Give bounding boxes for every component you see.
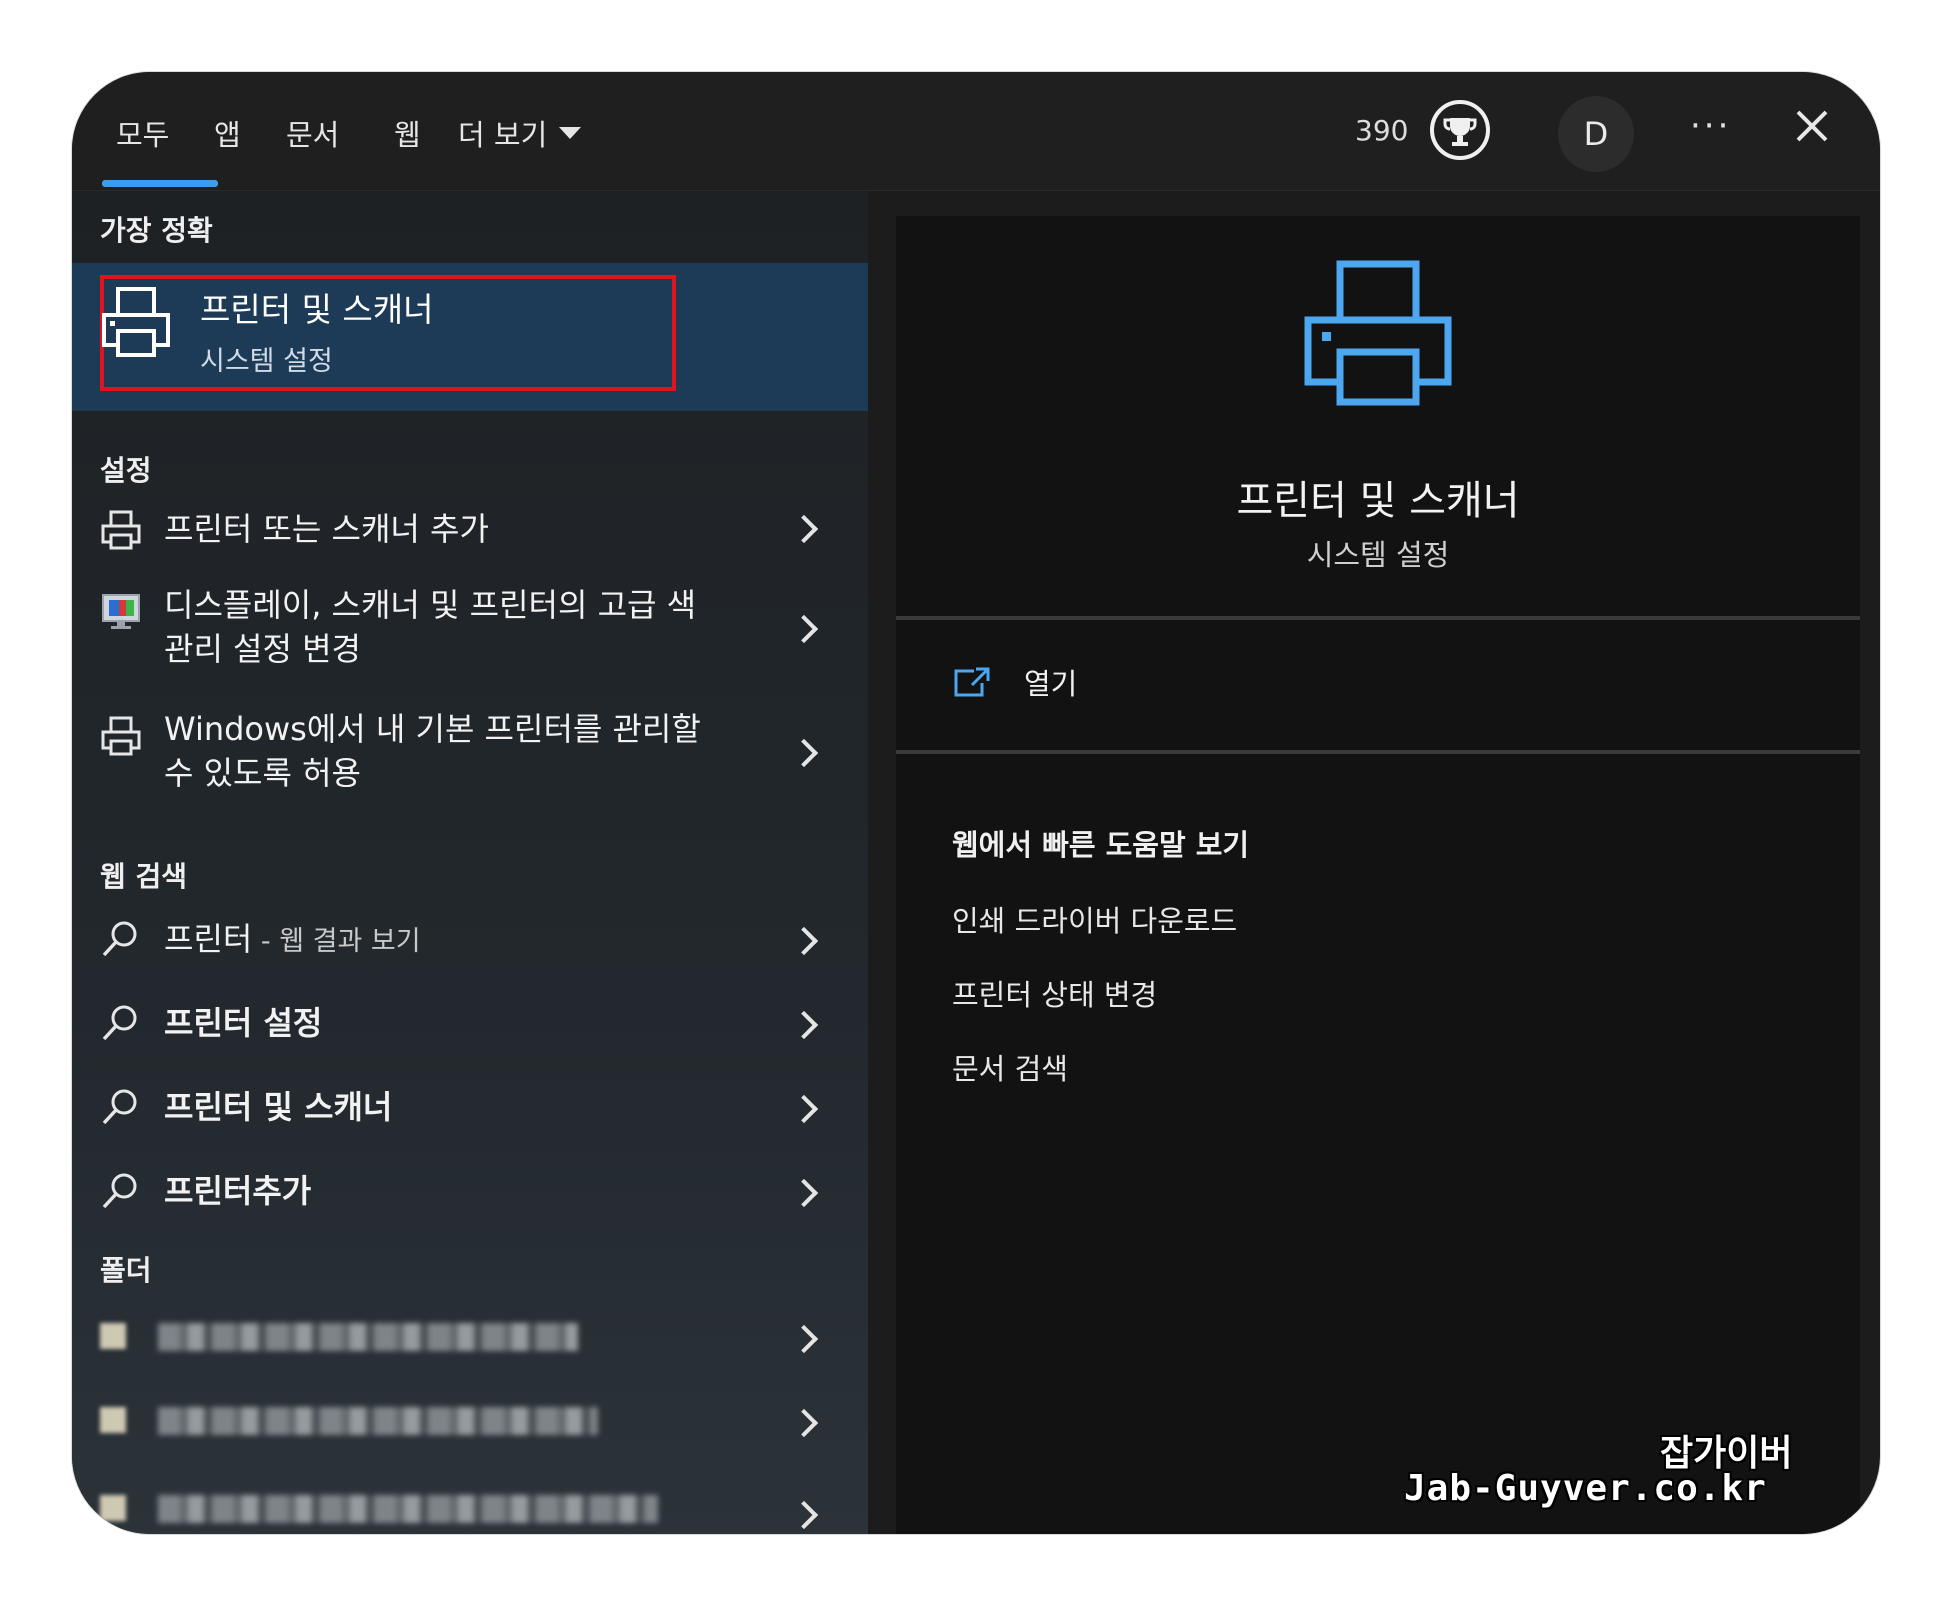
settings-item-default-printer[interactable]: Windows에서 내 기본 프린터를 관리할 수 있도록 허용 <box>72 701 868 805</box>
tab-web[interactable]: 웹 <box>394 112 421 154</box>
search-header: 모두 앱 문서 웹 더 보기 390 D ··· <box>72 72 1880 191</box>
folder-item[interactable] <box>72 1301 868 1373</box>
redacted-folder-entry <box>100 1319 580 1353</box>
tab-all[interactable]: 모두 <box>116 112 169 154</box>
web-search-heading: 웹 검색 <box>100 860 188 893</box>
chevron-right-icon <box>789 1324 819 1354</box>
settings-item-label: 디스플레이, 스캐너 및 프린터의 고급 색 관리 설정 변경 <box>164 586 697 668</box>
printer-icon <box>101 510 141 550</box>
web-item-label: 프린터추가 <box>164 1172 312 1210</box>
web-item-printer[interactable]: 프린터 - 웹 결과 보기 <box>72 903 868 975</box>
chevron-right-icon <box>789 926 819 956</box>
folder-item[interactable] <box>72 1469 868 1534</box>
best-match-item[interactable]: 프린터 및 스캐너 시스템 설정 <box>72 263 868 411</box>
help-link-document-search[interactable]: 문서 검색 <box>952 1046 1068 1088</box>
best-match-subtitle: 시스템 설정 <box>200 346 333 377</box>
open-label: 열기 <box>1024 667 1078 701</box>
detail-title: 프린터 및 스캐너 <box>1236 478 1520 524</box>
folder-icon <box>100 1323 126 1349</box>
active-tab-indicator <box>102 180 218 187</box>
web-item-suffix: - 웹 결과 보기 <box>252 926 421 957</box>
chevron-right-icon <box>789 1010 819 1040</box>
best-match-title: 프린터 및 스캐너 <box>200 290 434 329</box>
divider <box>896 750 1860 754</box>
settings-heading: 설정 <box>100 454 152 487</box>
search-window: 모두 앱 문서 웹 더 보기 390 D ··· 가장 정확 프린터 및 스캐너… <box>72 72 1880 1534</box>
redacted-folder-entry <box>100 1403 600 1437</box>
printer-icon <box>101 716 141 756</box>
display-color-icon <box>102 594 140 629</box>
help-link-printer-status[interactable]: 프린터 상태 변경 <box>952 972 1157 1014</box>
tab-documents[interactable]: 문서 <box>286 112 339 154</box>
printer-icon <box>1304 260 1452 406</box>
search-icon <box>102 1005 137 1041</box>
web-item-add-printer[interactable]: 프린터추가 <box>72 1155 868 1227</box>
open-external-icon <box>954 667 990 697</box>
best-match-heading: 가장 정확 <box>100 214 213 247</box>
chevron-right-icon <box>789 738 819 768</box>
chevron-right-icon <box>789 1094 819 1124</box>
watermark-url: Jab-Guyver.co.kr <box>1404 1468 1767 1509</box>
detail-subtitle: 시스템 설정 <box>1306 538 1450 572</box>
search-icon <box>102 1173 137 1209</box>
chevron-right-icon <box>789 614 819 644</box>
search-icon <box>102 921 137 957</box>
folders-heading: 폴더 <box>100 1254 152 1287</box>
more-options-icon[interactable]: ··· <box>1690 106 1731 146</box>
web-help-heading: 웹에서 빠른 도움말 보기 <box>952 828 1250 862</box>
chevron-right-icon <box>789 1408 819 1438</box>
folder-icon <box>100 1495 126 1521</box>
open-action[interactable]: 열기 <box>952 661 1077 703</box>
help-link-driver-download[interactable]: 인쇄 드라이버 다운로드 <box>952 898 1237 940</box>
divider <box>896 616 1860 620</box>
folder-item[interactable] <box>72 1385 868 1457</box>
chevron-right-icon <box>789 1178 819 1208</box>
web-item-label: 프린터 <box>164 920 253 958</box>
folder-icon <box>100 1407 126 1433</box>
web-item-printer-settings[interactable]: 프린터 설정 <box>72 987 868 1059</box>
settings-item-label: Windows에서 내 기본 프린터를 관리할 수 있도록 허용 <box>164 710 701 792</box>
search-icon <box>102 1089 137 1125</box>
caret-down-icon <box>559 127 582 139</box>
user-avatar[interactable]: D <box>1558 96 1634 172</box>
detail-pane: 프린터 및 스캐너 시스템 설정 열기 웹에서 빠른 도움말 보기 인쇄 드라이… <box>896 216 1860 1534</box>
printer-icon <box>102 287 170 357</box>
chevron-right-icon <box>789 514 819 544</box>
settings-item-label: 프린터 또는 스캐너 추가 <box>164 510 489 548</box>
web-item-label: 프린터 및 스캐너 <box>164 1088 393 1126</box>
redacted-folder-entry <box>100 1491 660 1525</box>
results-pane: 가장 정확 프린터 및 스캐너 시스템 설정 설정 프린터 또는 스캐너 추가 <box>72 191 868 1534</box>
web-item-label: 프린터 설정 <box>164 1004 323 1042</box>
tab-more[interactable]: 더 보기 <box>458 112 582 154</box>
rewards-points: 390 <box>1355 114 1409 147</box>
settings-item-color-management[interactable]: 디스플레이, 스캐너 및 프린터의 고급 색 관리 설정 변경 <box>72 577 868 681</box>
rewards-trophy-icon[interactable] <box>1430 100 1490 160</box>
close-icon[interactable] <box>1790 104 1834 148</box>
chevron-right-icon <box>789 1500 819 1530</box>
tab-apps[interactable]: 앱 <box>214 112 241 154</box>
settings-item-add-printer[interactable]: 프린터 또는 스캐너 추가 <box>72 495 868 563</box>
web-item-printers-scanners[interactable]: 프린터 및 스캐너 <box>72 1071 868 1143</box>
